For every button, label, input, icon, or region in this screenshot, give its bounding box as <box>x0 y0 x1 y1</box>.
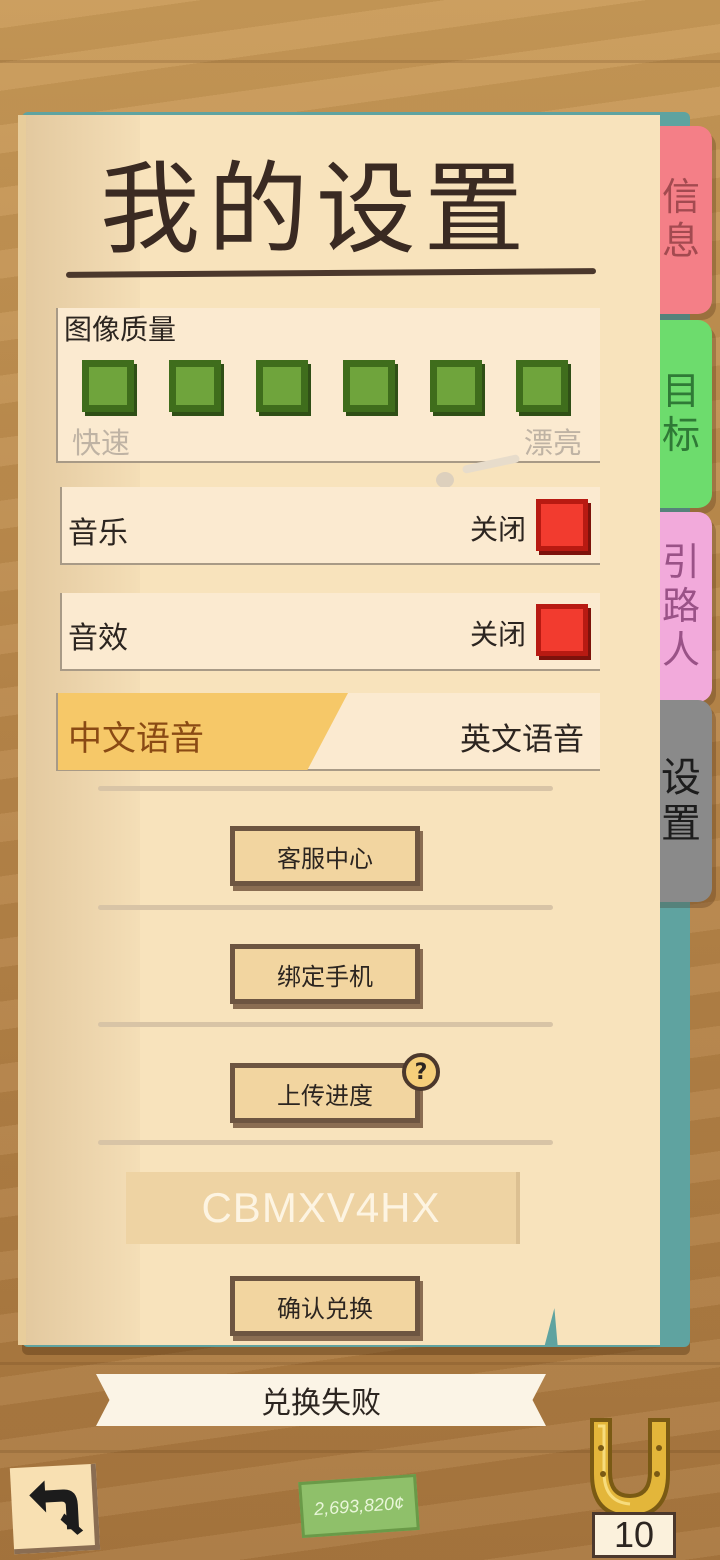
wood-plank <box>0 60 720 63</box>
quality-min-label: 快速 <box>72 426 131 460</box>
music-label: 音乐 <box>68 516 128 551</box>
language-english-option[interactable]: 英文语音 <box>460 714 584 759</box>
quality-level-3[interactable] <box>256 360 308 412</box>
quality-label: 图像质量 <box>64 313 177 346</box>
divider <box>98 1140 553 1145</box>
bind-phone-button[interactable]: 绑定手机 <box>230 944 420 1004</box>
redeem-result-banner: 兑换失败 <box>96 1374 546 1426</box>
music-state: 关闭 <box>470 513 527 546</box>
quality-level-1[interactable] <box>82 360 134 412</box>
tab-char: 引 <box>661 540 700 585</box>
money-balance: 2,693,820¢ <box>298 1473 420 1539</box>
sfx-toggle[interactable] <box>536 604 588 656</box>
divider <box>98 786 553 791</box>
tab-char: 置 <box>661 801 701 847</box>
quality-level-6[interactable] <box>516 360 568 412</box>
upload-progress-button[interactable]: 上传进度 <box>230 1063 420 1123</box>
quality-level-2[interactable] <box>169 360 221 412</box>
divider <box>98 1022 553 1027</box>
language-chinese-label[interactable]: 中文语音 <box>68 711 204 760</box>
back-arrow-icon <box>28 1480 83 1535</box>
tab-char: 息 <box>661 219 700 263</box>
tab-char: 路 <box>661 584 700 629</box>
tab-char: 标 <box>661 413 700 457</box>
sfx-state: 关闭 <box>470 618 527 651</box>
divider <box>98 905 553 910</box>
tab-char: 设 <box>661 755 701 801</box>
tab-char: 信 <box>661 175 700 220</box>
page-title: 我的设置 <box>100 151 532 268</box>
quality-level-5[interactable] <box>430 360 482 412</box>
page-edge <box>18 115 26 1345</box>
music-toggle[interactable] <box>536 499 588 551</box>
horseshoe-count: 10 <box>592 1512 676 1558</box>
sfx-label: 音效 <box>68 621 128 656</box>
back-button[interactable] <box>9 1463 101 1555</box>
quality-max-label: 漂亮 <box>524 426 583 460</box>
wood-plank <box>0 1362 720 1365</box>
redeem-code-input[interactable]: CBMXV4HX <box>126 1172 520 1244</box>
tab-char: 人 <box>661 627 700 672</box>
support-button[interactable]: 客服中心 <box>230 826 420 886</box>
bullet-hole-decoration <box>436 472 454 488</box>
confirm-redeem-button[interactable]: 确认兑换 <box>230 1276 420 1336</box>
quality-level-4[interactable] <box>343 360 395 412</box>
question-icon[interactable]: ? <box>402 1053 440 1091</box>
tab-char: 目 <box>661 369 700 414</box>
